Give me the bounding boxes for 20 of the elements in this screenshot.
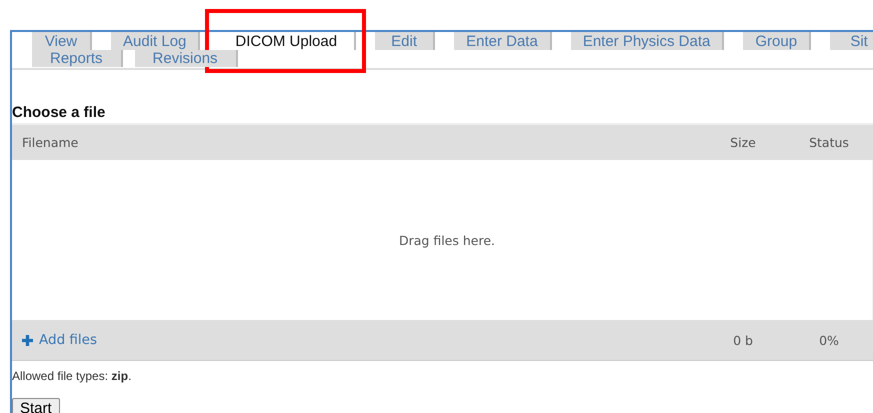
- add-files-button[interactable]: Add files: [12, 331, 700, 349]
- column-header: Size: [729, 135, 757, 150]
- drop-hint: Drag files here.: [399, 232, 495, 248]
- tab[interactable]: Edit: [375, 32, 436, 50]
- column-header: Filename: [21, 135, 80, 150]
- tab[interactable]: Sit: [830, 32, 873, 50]
- section-heading: Choose a file: [12, 104, 106, 121]
- tab[interactable]: Reports: [32, 50, 123, 67]
- start-button[interactable]: Start: [12, 398, 60, 413]
- tab[interactable]: View: [32, 32, 92, 50]
- total-status: 0%: [818, 332, 840, 348]
- tab[interactable]: Revisions: [134, 50, 238, 67]
- allowed-types-note: Allowed file types: zip.: [12, 369, 132, 383]
- column-header: Status: [808, 135, 850, 150]
- total-size: 0 b: [732, 332, 754, 348]
- plus-icon: [22, 334, 33, 346]
- tab[interactable]: Audit Log: [111, 32, 200, 50]
- tab[interactable]: Group: [743, 32, 812, 50]
- tab[interactable]: Enter Data: [454, 32, 552, 50]
- tab[interactable]: Enter Physics Data: [570, 32, 724, 50]
